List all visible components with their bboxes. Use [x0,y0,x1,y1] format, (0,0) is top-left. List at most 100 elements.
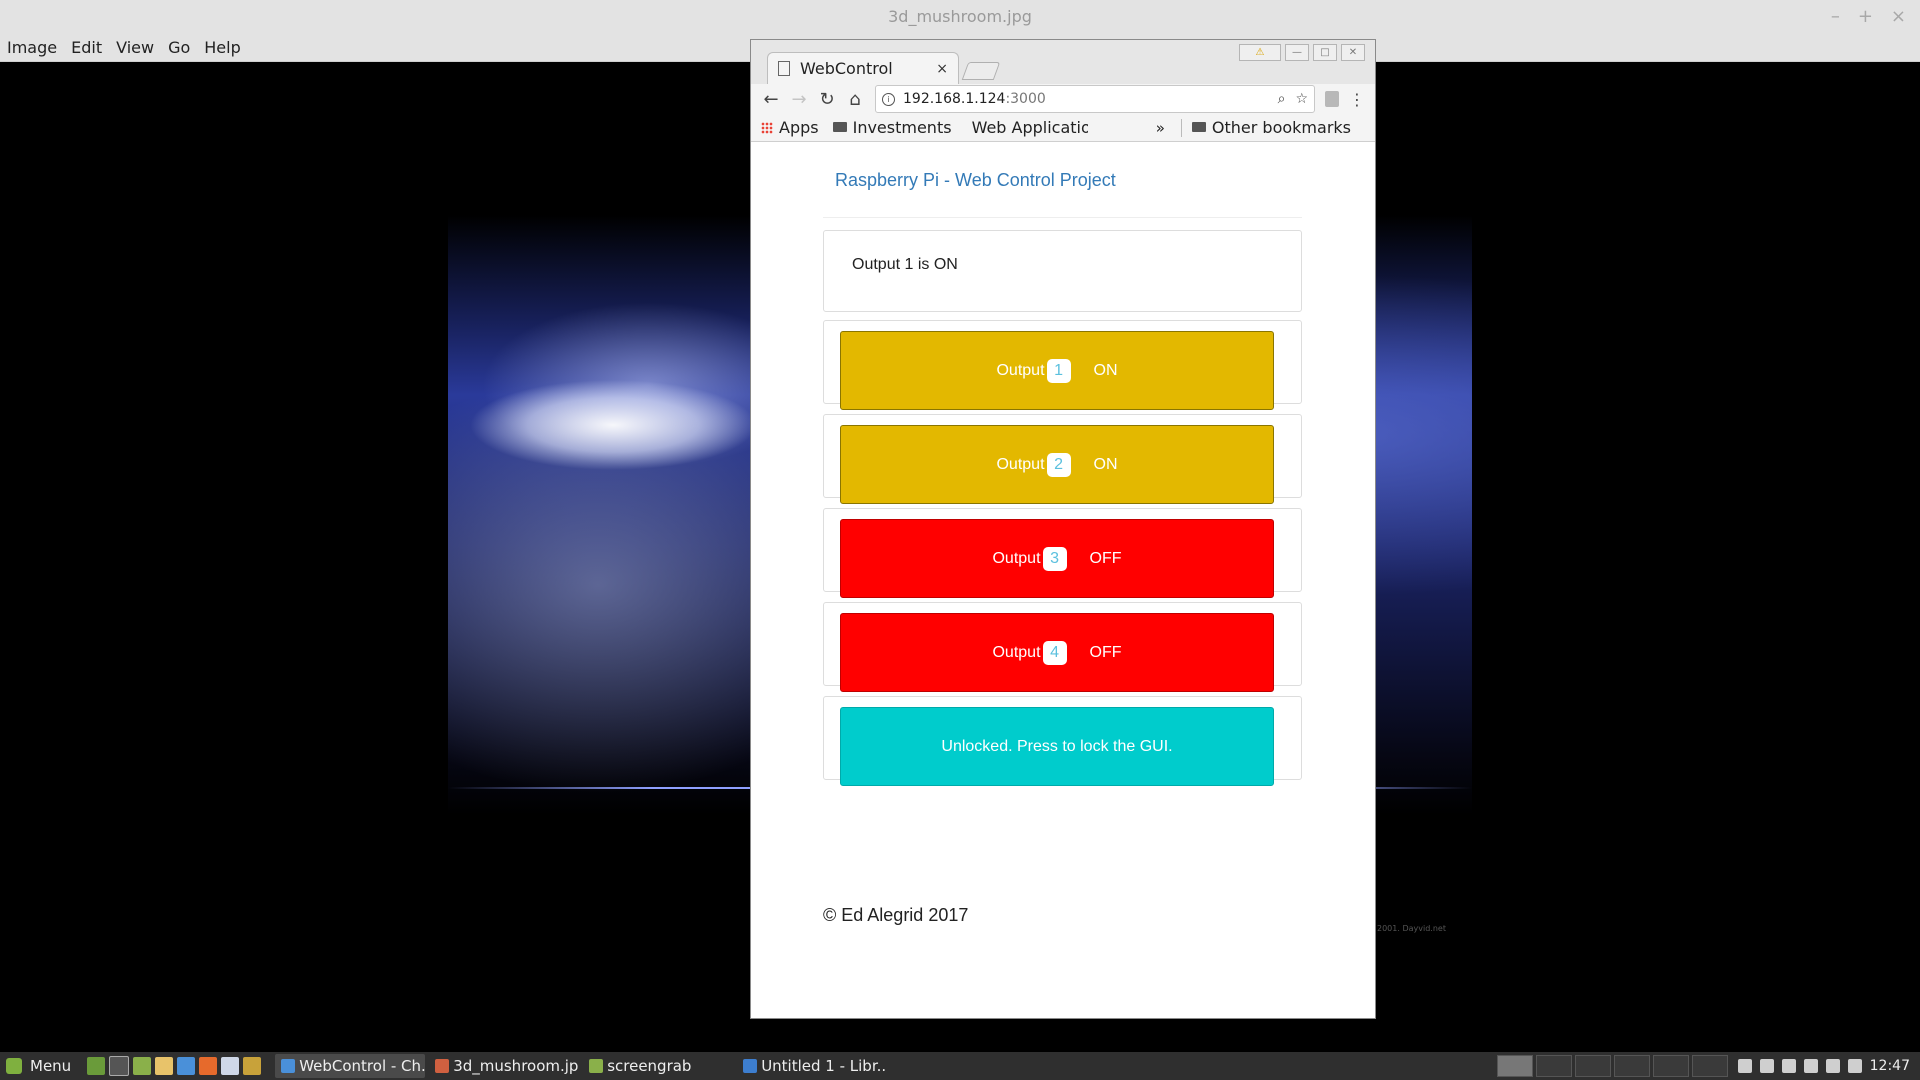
maximize-button[interactable]: + [1858,6,1873,27]
tab-strip: WebControl × ⚠ — □ ✕ [751,40,1375,84]
folder-icon [832,121,847,132]
shield-icon[interactable] [1847,1059,1862,1073]
zoom-icon[interactable]: ⌕ [1278,91,1286,107]
output-number-badge: 2 [1046,452,1071,477]
task-webcontrol[interactable]: WebControl - Ch... [275,1054,426,1078]
output-label: Output [996,455,1045,473]
clock[interactable]: 12:47 [1870,1058,1910,1074]
minimize-button[interactable]: — [1285,44,1309,61]
info-icon[interactable]: i [882,92,895,106]
page-title[interactable]: Raspberry Pi - Web Control Project [835,170,1116,191]
workspace-2[interactable] [1535,1055,1572,1077]
taskbar: Menu WebControl - Ch... 3d_mushroom.jpg … [0,1052,1920,1080]
maximize-button[interactable]: □ [1313,44,1337,61]
apps-grid-icon [761,121,773,134]
minimize-button[interactable]: – [1831,6,1840,27]
new-tab-button[interactable] [961,62,1001,80]
output-4-button[interactable]: Output 4 OFF [840,613,1274,692]
back-icon[interactable]: ← [757,89,785,110]
output-state: OFF [1089,643,1122,661]
chromium-icon[interactable] [177,1057,196,1075]
image-viewer-icon [435,1059,450,1073]
output-state: OFF [1089,549,1122,567]
wifi-icon[interactable] [1825,1059,1840,1073]
bookmark-label: Other bookmarks [1211,118,1351,137]
workspace-switcher [1496,1055,1728,1077]
workspace-4[interactable] [1613,1055,1650,1077]
extension-icon[interactable] [1325,91,1339,107]
task-label: 3d_mushroom.jpg [453,1057,580,1075]
bookmark-star-icon[interactable]: ☆ [1295,91,1308,107]
bookmark-apps[interactable]: Apps [761,118,819,137]
forward-icon[interactable]: → [785,89,813,110]
warning-icon[interactable]: ⚠ [1239,44,1281,61]
bookmarks-divider [1180,118,1182,137]
output-panel-1: Output 1 ON [823,320,1302,410]
bookmark-label: Investments [852,118,952,137]
output-label: Output [992,643,1041,661]
menu-edit[interactable]: Edit [64,38,109,57]
bookmark-web-applications[interactable]: Web Applicatio [966,118,1088,137]
firefox-icon[interactable] [199,1057,218,1075]
address-bar[interactable]: i 192.168.1.124 :3000 ⌕ ☆ [875,85,1315,113]
menu-label: Menu [30,1057,72,1075]
menu-kebab-icon[interactable]: ⋮ [1349,90,1369,109]
network-icon[interactable] [1803,1059,1818,1073]
output-label: Output [992,549,1041,567]
folder-icon [1191,121,1206,132]
bookmarks-bar: Apps Investments Web Applicatio » Other … [751,114,1375,141]
reload-icon[interactable]: ↻ [813,89,841,110]
bookmark-other[interactable]: Other bookmarks [1191,118,1351,137]
viewer-title: 3d_mushroom.jpg [888,7,1032,26]
menu-view[interactable]: View [109,38,161,57]
menu-image[interactable]: Image [0,38,64,57]
menu-go[interactable]: Go [161,38,197,57]
page-icon [778,61,790,76]
status-text: Output 1 is ON [852,256,958,273]
output-panel-2: Output 2 ON [823,414,1302,504]
document-icon [743,1059,758,1073]
bookmarks-overflow-icon[interactable]: » [1156,119,1165,137]
task-screengrab[interactable]: screengrab [583,1054,733,1078]
tab-title: WebControl [800,59,893,78]
close-button[interactable]: × [1891,6,1906,27]
workspace-6[interactable] [1691,1055,1728,1077]
bookmark-label: Apps [779,118,819,137]
home-icon[interactable]: ⌂ [841,89,869,110]
viewer-titlebar: 3d_mushroom.jpg – + × [0,0,1920,33]
user-icon[interactable] [1759,1059,1774,1073]
output-1-button[interactable]: Output 1 ON [840,331,1274,410]
output-3-button[interactable]: Output 3 OFF [840,519,1274,598]
tab-close-icon[interactable]: × [936,61,948,77]
footer-copyright: © Ed Alegrid 2017 [823,905,969,925]
volume-icon[interactable] [1737,1059,1752,1073]
task-label: WebControl - Ch... [299,1057,426,1075]
browser-window: WebControl × ⚠ — □ ✕ ← → ↻ ⌂ i 192.168.1… [750,39,1376,1019]
task-image-viewer[interactable]: 3d_mushroom.jpg [429,1054,579,1078]
workspace-3[interactable] [1574,1055,1611,1077]
workspace-5[interactable] [1652,1055,1689,1077]
task-label: screengrab [607,1057,692,1075]
output-state: ON [1093,361,1118,379]
viewer-window-controls: – + × [1831,0,1906,33]
output-2-button[interactable]: Output 2 ON [840,425,1274,504]
system-monitor-icon[interactable] [243,1057,262,1075]
bookmark-investments[interactable]: Investments [832,118,952,137]
workspace-1[interactable] [1496,1055,1533,1077]
lock-gui-button[interactable]: Unlocked. Press to lock the GUI. [840,707,1274,786]
output-panel-3: Output 3 OFF [823,508,1302,598]
tab-webcontrol[interactable]: WebControl × [767,52,959,84]
start-menu-button[interactable]: Menu [0,1057,77,1075]
menu-help[interactable]: Help [197,38,247,57]
terminal-icon[interactable] [109,1056,130,1076]
text-editor-icon[interactable] [155,1057,174,1075]
files-icon[interactable] [133,1057,152,1075]
show-desktop-icon[interactable] [87,1057,106,1075]
task-libreoffice[interactable]: Untitled 1 - Libr... [737,1054,887,1078]
tools-icon[interactable] [221,1057,240,1075]
clipboard-icon[interactable] [1781,1059,1796,1073]
task-label: Untitled 1 - Libr... [761,1057,888,1075]
output-number-badge: 1 [1046,358,1071,383]
close-button[interactable]: ✕ [1341,44,1365,61]
bookmark-label: Web Applicatio [971,118,1088,137]
